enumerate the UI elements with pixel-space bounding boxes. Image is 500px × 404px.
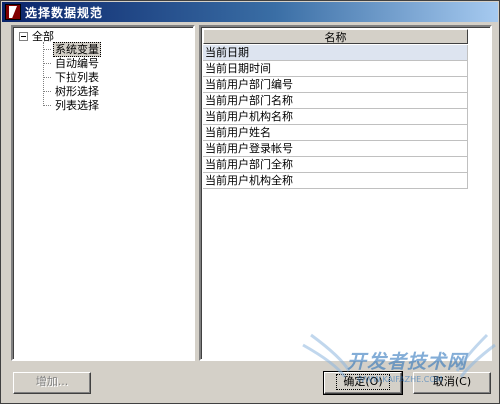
tree-item-auto-number[interactable]: 自动编号 bbox=[43, 57, 101, 70]
tree-item-tree-select[interactable]: 树形选择 bbox=[43, 85, 101, 98]
tree-root-all[interactable]: 全部 bbox=[19, 29, 54, 43]
title-bar[interactable]: 选择数据规范 bbox=[2, 2, 498, 22]
tree-item-label: 自动编号 bbox=[55, 57, 99, 70]
add-button[interactable]: 增加... bbox=[13, 372, 91, 394]
column-header-name[interactable]: 名称 bbox=[203, 29, 468, 44]
list-item[interactable]: 当前用户部门编号 bbox=[203, 77, 468, 93]
tree-item-label: 树形选择 bbox=[55, 85, 99, 98]
list-item[interactable]: 当前用户部门名称 bbox=[203, 93, 468, 109]
tree-item-system-variables[interactable]: 系统变量 bbox=[43, 42, 101, 57]
list-item[interactable]: 当前用户姓名 bbox=[203, 125, 468, 141]
category-tree[interactable]: 全部 系统变量 自动编号 下拉列表 树形选择 列表选择 bbox=[11, 25, 195, 361]
ok-button-label: 确定(O) bbox=[336, 374, 390, 390]
list-item[interactable]: 当前用户登录帐号 bbox=[203, 141, 468, 157]
list-item[interactable]: 当前用户机构名称 bbox=[203, 109, 468, 125]
select-data-spec-dialog: 选择数据规范 全部 系统变量 自动编号 下拉列表 树形选择 列表选择 名称 当前… bbox=[0, 0, 500, 404]
name-list[interactable]: 名称 当前日期 当前日期时间 当前用户部门编号 当前用户部门名称 当前用户机构名… bbox=[199, 25, 492, 361]
collapse-icon[interactable] bbox=[19, 31, 28, 41]
tree-item-label: 下拉列表 bbox=[55, 71, 99, 84]
list-item[interactable]: 当前用户机构全称 bbox=[203, 173, 468, 189]
list-item[interactable]: 当前日期 bbox=[203, 45, 468, 61]
ok-button[interactable]: 确定(O) bbox=[323, 371, 403, 395]
list-rows: 当前日期 当前日期时间 当前用户部门编号 当前用户部门名称 当前用户机构名称 当… bbox=[203, 45, 468, 189]
cancel-button[interactable]: 取消(C) bbox=[413, 372, 491, 394]
tree-item-list-select[interactable]: 列表选择 bbox=[43, 99, 101, 112]
list-item[interactable]: 当前用户部门全称 bbox=[203, 157, 468, 173]
list-item[interactable]: 当前日期时间 bbox=[203, 61, 468, 77]
window-title: 选择数据规范 bbox=[25, 5, 104, 20]
tree-item-label: 系统变量 bbox=[53, 42, 101, 57]
tree-item-label: 列表选择 bbox=[55, 99, 99, 112]
app-icon bbox=[5, 4, 21, 20]
tree-item-dropdown-list[interactable]: 下拉列表 bbox=[43, 71, 101, 84]
